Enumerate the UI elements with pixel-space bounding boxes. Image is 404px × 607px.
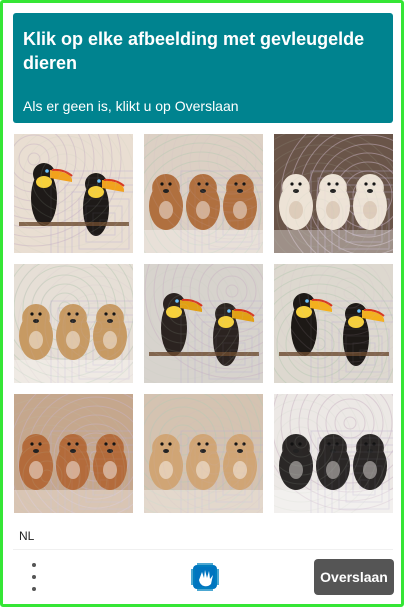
- challenge-image-puppies[interactable]: [14, 394, 133, 513]
- challenge-image-toucans[interactable]: [14, 134, 133, 253]
- hcaptcha-hand-icon: [188, 560, 222, 594]
- skip-button[interactable]: Overslaan: [314, 559, 394, 595]
- challenge-image-puppies[interactable]: [274, 134, 393, 253]
- language-selector[interactable]: NL: [19, 529, 34, 543]
- challenge-title: Klik op elke afbeelding met gevleugelde …: [23, 29, 365, 73]
- captcha-frame: Klik op elke afbeelding met gevleugelde …: [0, 0, 404, 607]
- challenge-image-puppies[interactable]: [14, 264, 133, 383]
- challenge-image-puppies[interactable]: [274, 394, 393, 513]
- challenge-image-puppies[interactable]: [144, 394, 263, 513]
- challenge-subtitle: Als er geen is, klikt u op Overslaan: [23, 98, 239, 114]
- challenge-header: Klik op elke afbeelding met gevleugelde …: [13, 13, 393, 123]
- challenge-image-toucans[interactable]: [144, 264, 263, 383]
- challenge-image-puppies[interactable]: [144, 134, 263, 253]
- challenge-image-toucans[interactable]: [274, 264, 393, 383]
- footer-divider: [13, 549, 393, 550]
- vertical-dots-icon[interactable]: [24, 563, 44, 591]
